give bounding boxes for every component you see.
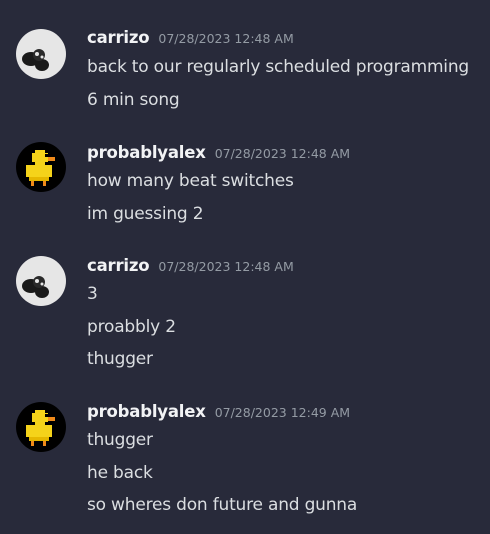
message-text: proabbly 2 xyxy=(87,317,176,337)
message-text: back to our regularly scheduled programm… xyxy=(87,57,469,77)
username[interactable]: probablyalex xyxy=(87,402,206,421)
avatar[interactable] xyxy=(16,402,66,452)
timestamp: 07/28/2023 12:48 AM xyxy=(158,259,294,274)
message-list: carrizo 07/28/2023 12:48 AM back to our … xyxy=(0,0,490,534)
message-text: how many beat switches xyxy=(87,171,294,191)
avatar[interactable] xyxy=(16,29,66,79)
avatar[interactable] xyxy=(16,142,66,192)
message-text: so wheres don future and gunna xyxy=(87,495,358,515)
grey-cartoon-avatar-icon xyxy=(16,256,66,306)
message-text: 6 min song xyxy=(87,90,180,110)
pixel-duck-avatar-icon xyxy=(16,402,66,452)
username[interactable]: carrizo xyxy=(87,256,150,275)
username[interactable]: probablyalex xyxy=(87,143,206,162)
pixel-duck-avatar-icon xyxy=(16,142,66,192)
message-header: carrizo 07/28/2023 12:48 AM xyxy=(87,256,294,280)
message-header: probablyalex 07/28/2023 12:49 AM xyxy=(87,402,350,426)
message-text: 3 xyxy=(87,284,98,304)
username[interactable]: carrizo xyxy=(87,28,150,47)
message-header: probablyalex 07/28/2023 12:48 AM xyxy=(87,143,350,167)
message-text: im guessing 2 xyxy=(87,204,204,224)
timestamp: 07/28/2023 12:48 AM xyxy=(214,146,351,161)
grey-cartoon-avatar-icon xyxy=(16,29,66,79)
message-text: he back xyxy=(87,463,153,483)
message-text: thugger xyxy=(87,349,153,369)
message-text: thugger xyxy=(87,430,153,450)
timestamp: 07/28/2023 12:49 AM xyxy=(214,405,351,420)
timestamp: 07/28/2023 12:48 AM xyxy=(158,31,294,46)
avatar[interactable] xyxy=(16,256,66,306)
message-header: carrizo 07/28/2023 12:48 AM xyxy=(87,28,294,52)
